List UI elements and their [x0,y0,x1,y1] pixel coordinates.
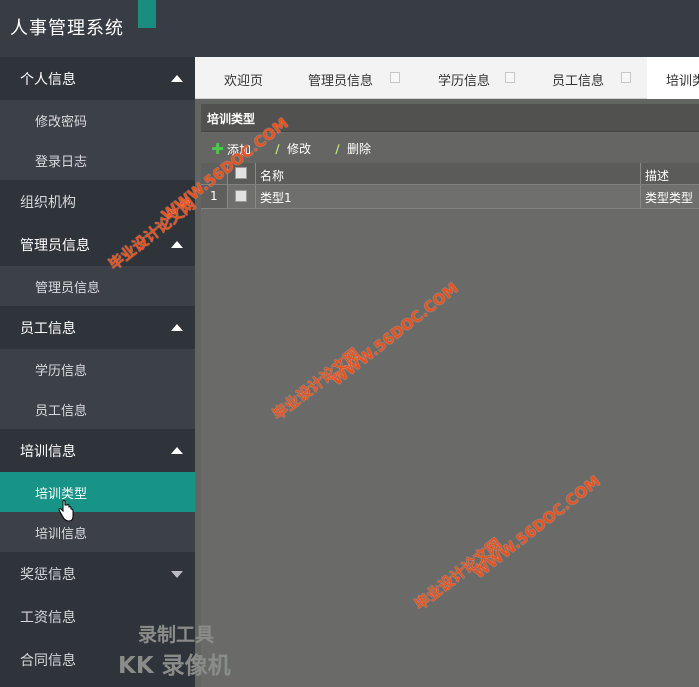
tab-label: 员工信息 [552,74,605,89]
sidebar-item-training-info[interactable]: 培训信息 [0,512,195,552]
sidebar-item-admin-info[interactable]: 管理员信息 [0,266,195,306]
table-row[interactable]: 1 类型1 类型类型 [201,185,699,209]
sidebar-item-label: 学历信息 [35,364,88,379]
sidebar-item-label: 培训信息 [35,527,88,542]
tab-label: 培训类 [666,74,699,89]
tab-label: 管理员信息 [308,74,374,89]
edit-button-label: 修改 [287,142,312,156]
sidebar-group-rewards[interactable]: 奖惩信息 [0,552,195,595]
column-header-name[interactable]: 名称 [260,167,284,184]
sidebar-item-label: 登录日志 [35,155,88,170]
plus-icon: ✚ [211,140,224,158]
sidebar-group-label: 个人信息 [20,72,76,88]
sidebar-item-label: 管理员信息 [35,281,101,296]
delete-button-label: 删除 [347,142,372,156]
sidebar: 个人信息 修改密码 登录日志 组织机构 管理员信息 管理员信息 员工信息 学历信… [0,57,195,687]
sidebar-item-change-password[interactable]: 修改密码 [0,100,195,140]
panel-title: 培训类型 [207,112,256,126]
recorder-watermark-line1: 录制工具 [138,624,215,646]
app-header: 人事管理系统 [0,0,699,57]
cell-name: 类型1 [260,191,292,205]
sidebar-item-label: 修改密码 [35,115,88,130]
recorder-watermark-line2: KK 录像机 [118,653,231,679]
delete-button[interactable]: ∕ 删除 [331,140,371,157]
column-divider [255,163,256,184]
column-divider [640,163,641,184]
sidebar-group-label: 合同信息 [20,653,76,669]
sidebar-group-label: 工资信息 [20,610,76,626]
tab-bar: 欢迎页 管理员信息 学历信息 员工信息 培训类 [195,57,699,99]
sidebar-group-label: 员工信息 [20,321,76,337]
chevron-up-icon [171,241,183,248]
app-title: 人事管理系统 [10,18,124,39]
column-divider [255,185,256,208]
row-checkbox[interactable] [235,190,247,202]
tab-employee-info[interactable]: 员工信息 [526,57,647,99]
sidebar-item-label: 员工信息 [35,404,88,419]
chevron-up-icon [171,447,183,454]
sidebar-group-label: 组织机构 [20,195,76,211]
edit-button[interactable]: ∕ 修改 [271,140,311,157]
sidebar-group-personal[interactable]: 个人信息 [0,57,195,100]
content-panel: 培训类型 ✚ 添加 ∕ 修改 ∕ 删除 名称 描述 1 类型1 类型类型 [201,104,699,687]
sidebar-item-employee-info[interactable]: 员工信息 [0,389,195,429]
sidebar-group-label: 培训信息 [20,444,76,460]
tab-admin-info[interactable]: 管理员信息 [285,57,410,99]
close-icon[interactable] [505,72,515,83]
tab-label: 学历信息 [438,74,491,89]
tab-training-type[interactable]: 培训类 [647,57,699,99]
tab-education[interactable]: 学历信息 [410,57,526,99]
close-icon[interactable] [621,72,631,83]
chevron-down-icon [171,571,183,578]
sidebar-group-employee[interactable]: 员工信息 [0,306,195,349]
chevron-up-icon [171,75,183,82]
data-grid: 名称 描述 1 类型1 类型类型 [201,163,699,209]
cell-desc: 类型类型 [645,191,694,205]
hand-cursor-icon [58,500,74,522]
column-divider [640,185,641,208]
sidebar-group-label: 奖惩信息 [20,567,76,583]
pencil-icon: ∕ [335,142,340,156]
tab-welcome[interactable]: 欢迎页 [195,57,285,99]
column-header-desc[interactable]: 描述 [645,167,669,184]
sidebar-group-training[interactable]: 培训信息 [0,429,195,472]
sidebar-group-label: 管理员信息 [20,238,90,254]
pencil-icon: ∕ [275,142,280,156]
close-icon[interactable] [390,72,400,83]
sidebar-item-training-type[interactable]: 培训类型 [0,472,195,512]
grid-header: 名称 描述 [201,163,699,185]
sidebar-item-education[interactable]: 学历信息 [0,349,195,389]
tab-label: 欢迎页 [224,74,264,89]
header-accent [138,0,156,28]
column-divider [227,185,228,208]
sidebar-item-login-log[interactable]: 登录日志 [0,140,195,180]
chevron-up-icon [171,324,183,331]
